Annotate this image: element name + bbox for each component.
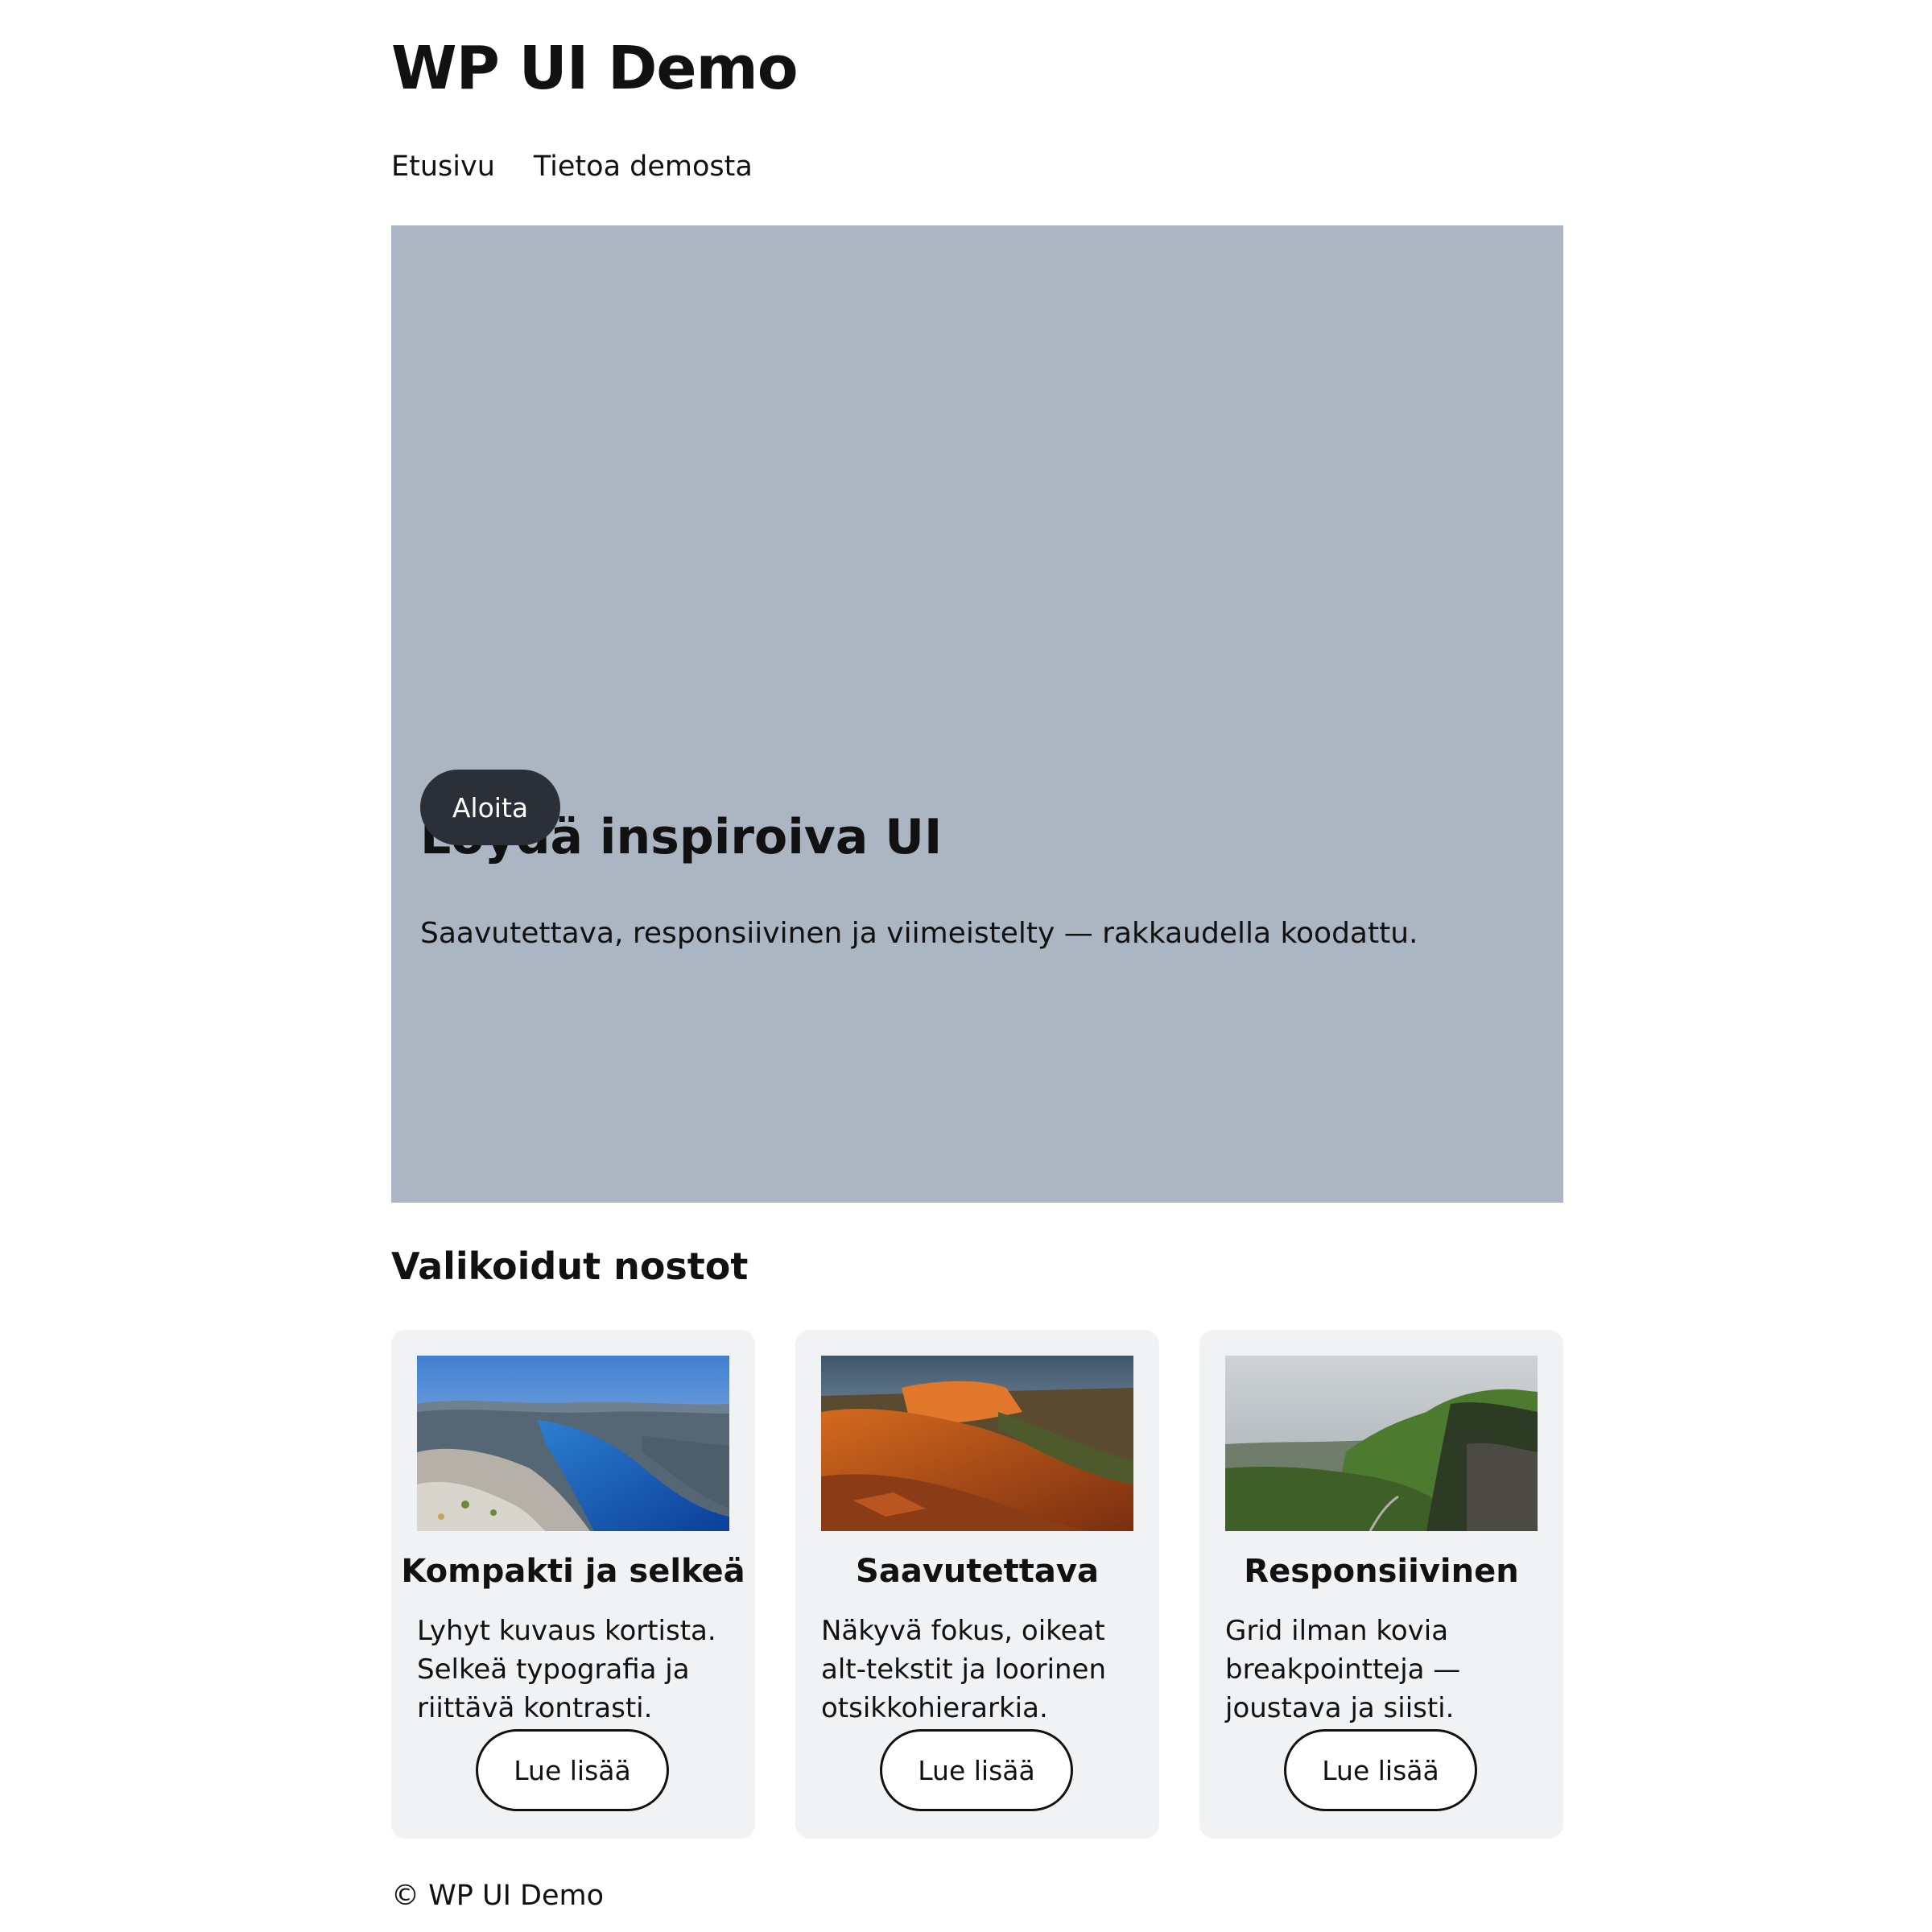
nav-item-etusivu[interactable]: Etusivu (391, 150, 495, 184)
footer-copyright: © WP UI Demo (391, 1880, 605, 1912)
hero-text: Saavutettava, responsiivinen ja viimeist… (420, 917, 1418, 950)
card-title: Kompakti ja selkeä (401, 1553, 745, 1590)
read-more-button[interactable]: Lue lisää (476, 1729, 669, 1811)
card-title: Responsiivinen (1244, 1553, 1519, 1590)
card-image-canyon (821, 1356, 1133, 1531)
hero-section: Löydä inspiroiva UI Saavutettava, respon… (391, 225, 1563, 1203)
featured-section-title: Valikoidut nostot (391, 1245, 749, 1288)
card-description: Lyhyt kuvaus kortista. Selkeä typografia… (417, 1615, 716, 1724)
page: WP UI Demo Etusivu Tietoa demosta Löydä … (0, 0, 1932, 1932)
card-kompakti: Kompakti ja selkeä Lyhyt kuvaus kortista… (391, 1330, 755, 1839)
card-saavutettava: Saavutettava Näkyvä fokus, oikeat alt-te… (795, 1330, 1159, 1839)
read-more-button[interactable]: Lue lisää (880, 1729, 1073, 1811)
card-image-hills (1225, 1356, 1538, 1531)
featured-cards: Kompakti ja selkeä Lyhyt kuvaus kortista… (391, 1330, 1563, 1839)
card-description: Grid ilman kovia breakpointteja — jousta… (1225, 1615, 1461, 1724)
site-title[interactable]: WP UI Demo (391, 39, 799, 98)
hero-start-button[interactable]: Aloita (420, 770, 560, 845)
card-image-fjord (417, 1356, 729, 1531)
card-responsiivinen: Responsiivinen Grid ilman kovia breakpoi… (1199, 1330, 1563, 1839)
card-description: Näkyvä fokus, oikeat alt-tekstit ja loor… (821, 1615, 1107, 1724)
nav-item-tietoa-demosta[interactable]: Tietoa demosta (534, 150, 753, 184)
main-navigation: Etusivu Tietoa demosta (391, 150, 753, 184)
read-more-button[interactable]: Lue lisää (1284, 1729, 1477, 1811)
card-title: Saavutettava (856, 1553, 1099, 1590)
